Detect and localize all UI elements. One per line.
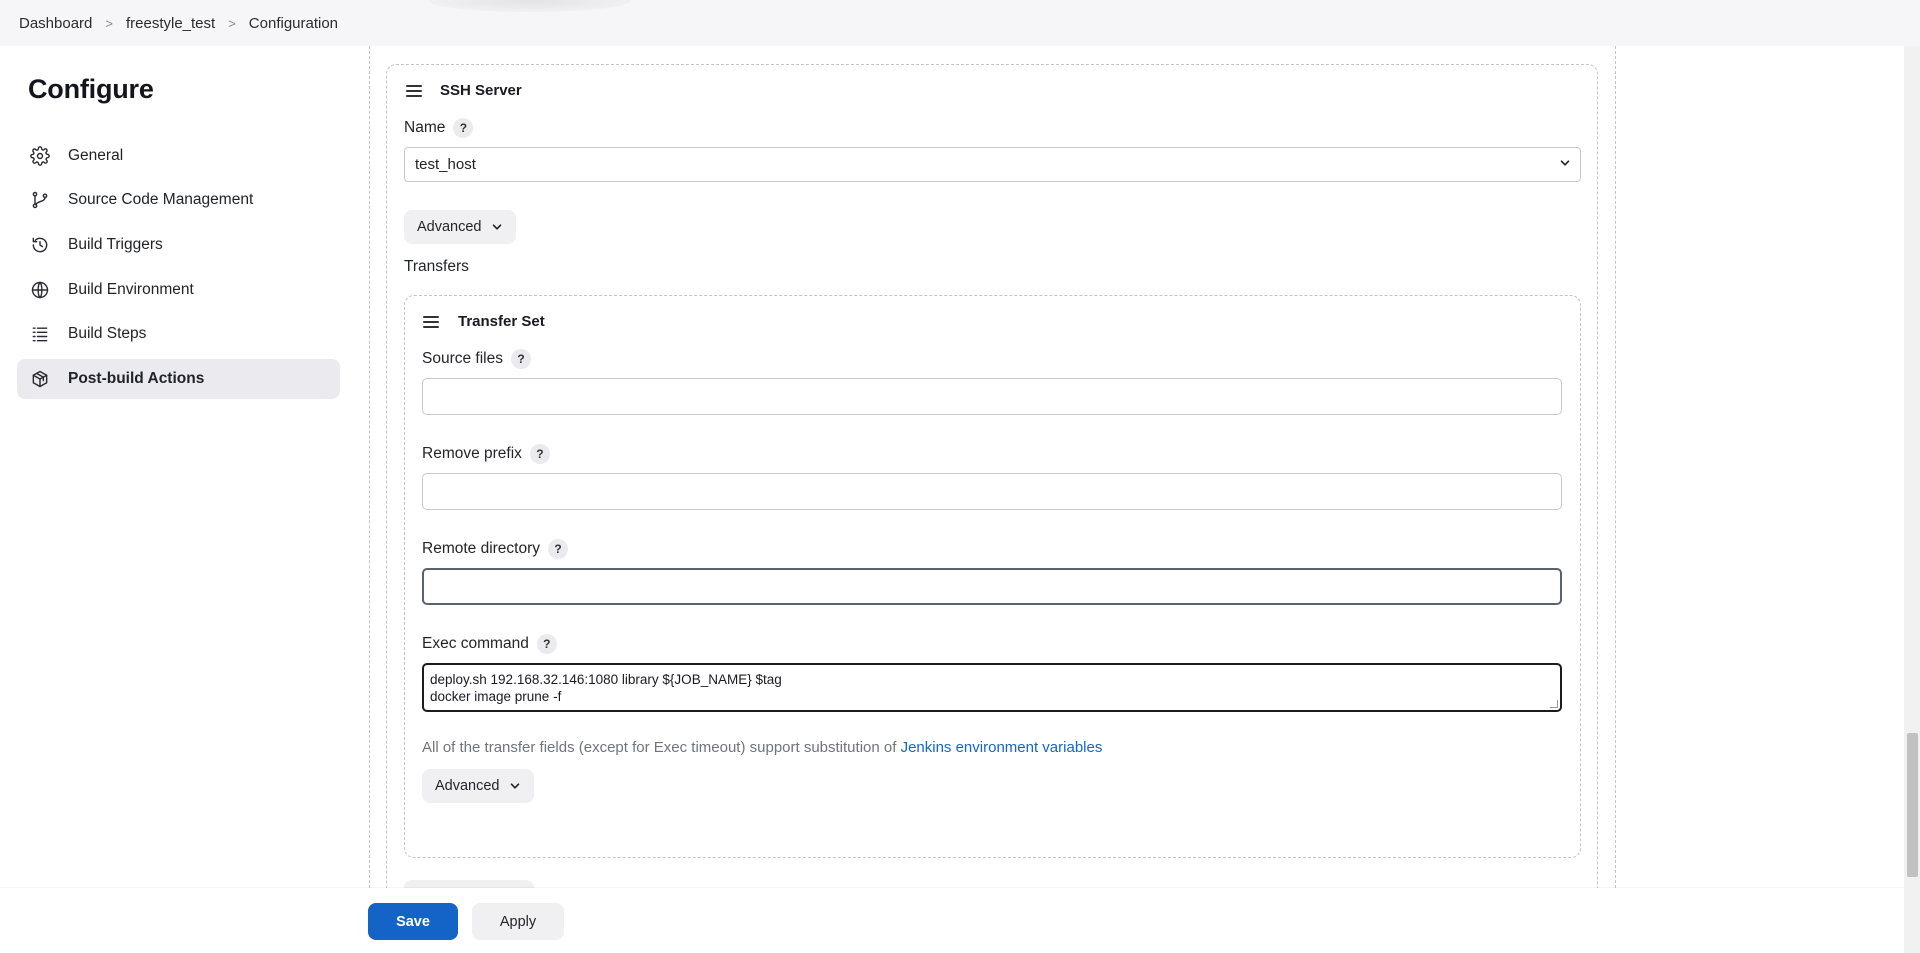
exec-command-label-text: Exec command — [422, 635, 529, 652]
substitution-note: All of the transfer fields (except for E… — [422, 739, 1102, 756]
breadcrumb-job[interactable]: freestyle_test — [126, 15, 215, 32]
remove-prefix-input[interactable] — [422, 473, 1562, 510]
drag-handle-icon[interactable] — [423, 316, 439, 328]
page-title: Configure — [28, 74, 154, 104]
breadcrumb-separator: > — [228, 15, 236, 31]
breadcrumb-dashboard[interactable]: Dashboard — [19, 15, 92, 32]
exec-command-label: Exec command ? — [422, 634, 557, 654]
source-files-input[interactable] — [422, 378, 1562, 415]
ssh-server-name-value: test_host — [415, 156, 476, 173]
gear-icon — [29, 145, 51, 167]
breadcrumb: Dashboard > freestyle_test > Configurati… — [0, 0, 1920, 46]
ssh-server-title: SSH Server — [440, 82, 522, 99]
git-branch-icon — [29, 189, 51, 211]
remote-directory-input[interactable] — [422, 568, 1562, 605]
sidebar-item-post-build-actions[interactable]: Post-build Actions — [17, 359, 340, 399]
exec-command-value: deploy.sh 192.168.32.146:1080 library ${… — [430, 672, 782, 704]
jenkins-env-vars-link[interactable]: Jenkins environment variables — [901, 739, 1103, 756]
apply-button[interactable]: Apply — [472, 903, 564, 940]
sidebar-item-label: Source Code Management — [68, 191, 254, 208]
sidebar-item-label: General — [68, 147, 124, 164]
ssh-server-name-select[interactable]: test_host — [404, 147, 1581, 182]
transfers-label: Transfers — [404, 258, 469, 275]
source-files-label-text: Source files — [422, 350, 503, 367]
advanced-label: Advanced — [417, 219, 482, 235]
breadcrumb-configuration[interactable]: Configuration — [249, 15, 338, 32]
remove-prefix-label-text: Remove prefix — [422, 445, 522, 462]
sidebar-item-build-steps[interactable]: Build Steps — [17, 314, 340, 354]
chevron-down-icon — [1560, 160, 1570, 166]
sidebar-item-label: Post-build Actions — [68, 370, 205, 387]
sidebar-item-source-code-management[interactable]: Source Code Management — [17, 180, 340, 220]
help-icon[interactable]: ? — [510, 349, 531, 369]
chevron-down-icon — [492, 224, 501, 230]
list-icon — [29, 323, 51, 345]
clock-icon — [29, 234, 51, 256]
help-icon[interactable]: ? — [453, 118, 474, 138]
name-label: Name ? — [404, 118, 474, 138]
drag-handle-icon[interactable] — [406, 85, 422, 97]
resize-handle-icon[interactable] — [1550, 700, 1558, 708]
breadcrumb-separator: > — [105, 15, 113, 31]
sidebar-item-label: Build Environment — [68, 281, 194, 298]
name-label-text: Name — [404, 119, 446, 136]
source-files-label: Source files ? — [422, 349, 531, 369]
ssh-advanced-button[interactable]: Advanced — [404, 210, 516, 244]
exec-command-textarea[interactable]: deploy.sh 192.168.32.146:1080 library ${… — [422, 663, 1562, 712]
package-icon — [29, 368, 51, 390]
advanced-label: Advanced — [435, 778, 500, 794]
help-icon[interactable]: ? — [548, 539, 569, 559]
sidebar-item-build-triggers[interactable]: Build Triggers — [17, 225, 340, 265]
chevron-down-icon — [510, 783, 519, 789]
substitution-note-text: All of the transfer fields (except for E… — [422, 739, 901, 756]
transfer-advanced-button[interactable]: Advanced — [422, 769, 534, 803]
remove-prefix-label: Remove prefix ? — [422, 444, 550, 464]
sidebar-item-general[interactable]: General — [17, 136, 340, 176]
remote-directory-label: Remote directory ? — [422, 539, 569, 559]
sidebar-item-build-environment[interactable]: Build Environment — [17, 270, 340, 310]
sidebar-item-label: Build Triggers — [68, 236, 163, 253]
globe-icon — [29, 279, 51, 301]
top-shadow — [430, 0, 630, 12]
help-icon[interactable]: ? — [529, 444, 550, 464]
bottom-action-bar — [0, 888, 1904, 953]
help-icon[interactable]: ? — [536, 634, 557, 654]
scrollbar-thumb[interactable] — [1907, 733, 1918, 877]
save-button[interactable]: Save — [368, 903, 458, 940]
sidebar-item-label: Build Steps — [68, 325, 147, 342]
remote-directory-label-text: Remote directory — [422, 540, 541, 557]
transfer-set-title: Transfer Set — [458, 313, 545, 330]
